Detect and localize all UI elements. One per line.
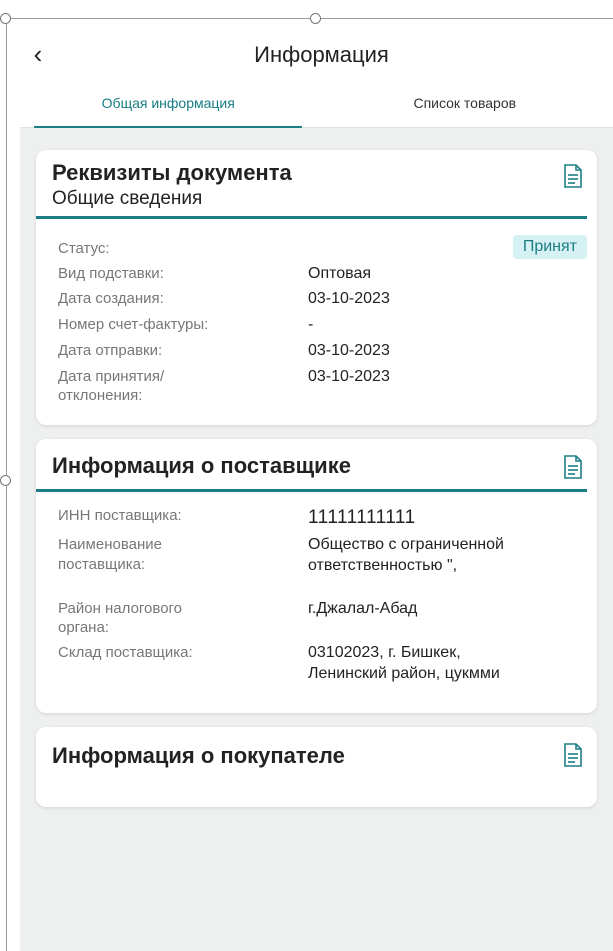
row-label: Район налогового органа:: [58, 599, 183, 637]
row-label: Наименование поставщика:: [58, 536, 162, 573]
document-details-card: Реквизиты документа Общие сведения Стату…: [36, 150, 597, 425]
card-title: Информация о поставщике: [52, 452, 351, 478]
status-row: Статус:: [58, 239, 581, 259]
supplier-info-card: Информация о поставщике ИНН поставщика: …: [36, 438, 597, 713]
row-value: -: [308, 316, 314, 334]
detail-row: Дата принятия/ отклонения: 03-10-2023: [58, 367, 581, 406]
card-header: Информация о покупателе: [36, 727, 587, 775]
supplier-rows: ИНН поставщика: 11111111111 Наименование…: [36, 492, 597, 713]
detail-row: ИНН поставщика: 11111111111: [58, 506, 581, 531]
row-value: Общество с ограниченной ответственностью…: [308, 536, 504, 575]
status-label: Статус:: [58, 240, 110, 257]
buyer-info-card: Информация о покупателе: [36, 726, 597, 807]
row-label: Дата создания:: [58, 290, 164, 308]
card-header: Реквизиты документа Общие сведения: [36, 150, 587, 219]
tab-product-list[interactable]: Список товаров: [317, 88, 613, 127]
document-icon[interactable]: [563, 742, 583, 767]
back-icon[interactable]: ‹: [26, 39, 50, 69]
row-label: Склад поставщика:: [58, 643, 193, 661]
tabs: Общая информация Список товаров: [20, 88, 613, 129]
row-label: Дата принятия/ отклонения:: [58, 367, 165, 405]
row-value: 03-10-2023: [308, 341, 390, 359]
card-title: Информация о покупателе: [52, 742, 345, 768]
tab-general-info[interactable]: Общая информация: [20, 88, 317, 127]
row-label: Номер счет-фактуры:: [58, 316, 209, 334]
detail-row: Склад поставщика: 03102023, г. Бишкек, Л…: [58, 643, 581, 685]
header: ‹ Информация: [20, 30, 613, 88]
row-value: 03-10-2023: [308, 290, 390, 308]
detail-row: Номер счет-фактуры: -: [58, 315, 581, 336]
card-subtitle: Общие сведения: [52, 188, 203, 209]
status-badge: Принят: [512, 235, 587, 259]
card-title: Реквизиты документа: [52, 160, 292, 185]
row-label: ИНН поставщика:: [58, 506, 182, 524]
resize-handle[interactable]: [0, 13, 11, 24]
detail-row: Район налогового органа: г.Джалал-Абад: [58, 599, 581, 638]
document-icon[interactable]: [563, 164, 583, 188]
detail-row: Дата создания: 03-10-2023: [58, 289, 581, 310]
detail-row: Наименование поставщика: Общество с огра…: [58, 535, 581, 577]
row-label: Дата отправки:: [58, 341, 163, 359]
detail-row: Вид подставки: Оптовая: [58, 264, 581, 285]
document-icon[interactable]: [563, 454, 583, 479]
detail-row: Дата отправки: 03-10-2023: [58, 341, 581, 362]
app-screen: ‹ Информация Общая информация Список тов…: [20, 30, 613, 951]
row-label: Вид подставки:: [58, 264, 164, 282]
row-value: Оптовая: [308, 264, 372, 282]
row-value: 03102023, г. Бишкек, Ленинский район, цу…: [308, 643, 500, 682]
row-value: 11111111111: [308, 506, 416, 528]
card-header: Информация о поставщике: [36, 439, 587, 492]
resize-handle[interactable]: [310, 13, 321, 24]
document-rows: Статус: Принят Вид подставки: Оптовая Да…: [36, 219, 597, 425]
row-value: г.Джалал-Абад: [308, 599, 418, 617]
page-title: Информация: [254, 42, 389, 67]
content-area: Реквизиты документа Общие сведения Стату…: [20, 128, 613, 951]
row-value: 03-10-2023: [308, 367, 390, 385]
resize-handle[interactable]: [0, 475, 11, 486]
